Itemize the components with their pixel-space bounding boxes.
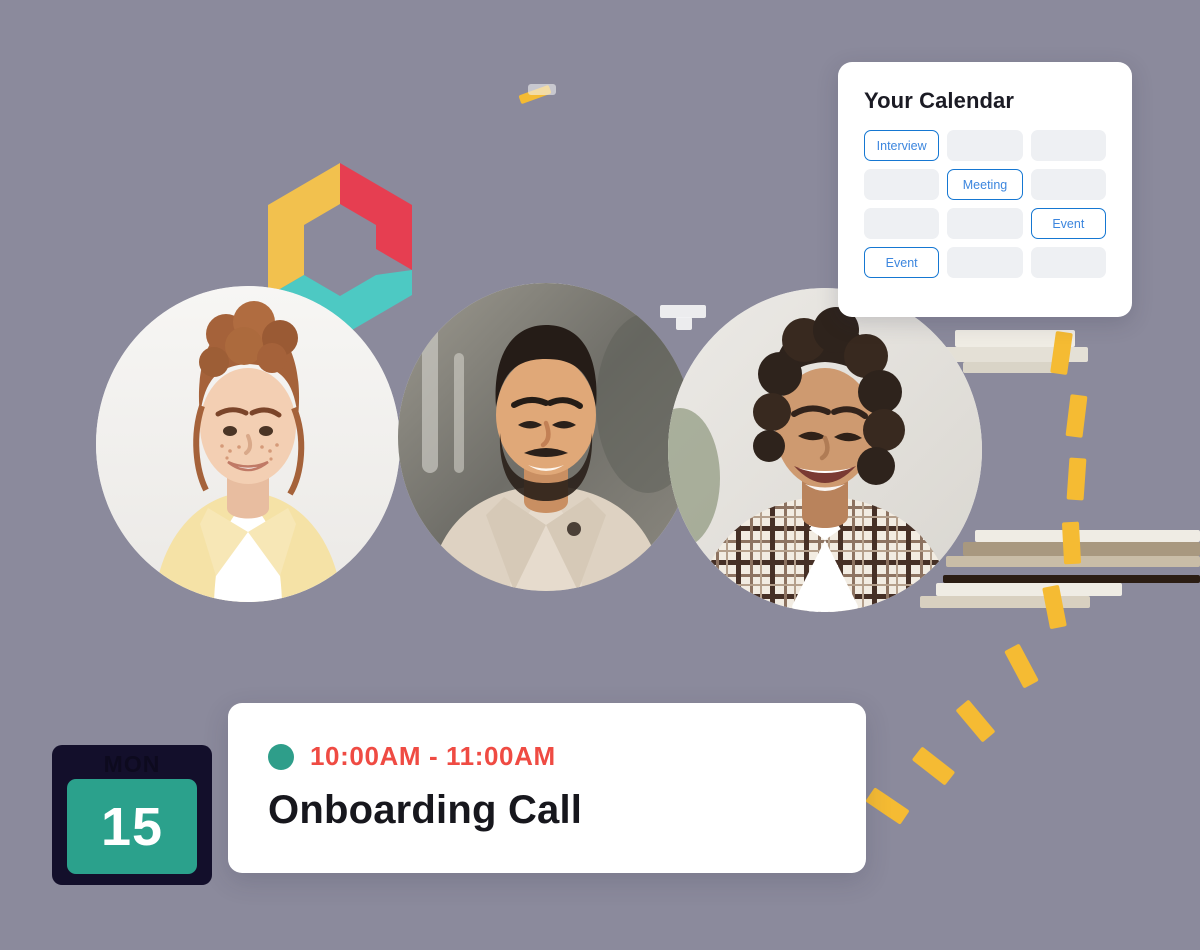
calendar-cell-empty[interactable] xyxy=(947,208,1023,239)
avatar-woman-curly-auburn-hair xyxy=(96,286,400,602)
decor-blob-top xyxy=(528,84,556,95)
calendar-grid: Interview Meeting Event Event xyxy=(864,130,1106,278)
decor-shelf-9 xyxy=(920,596,1090,608)
calendar-cell-empty[interactable] xyxy=(1030,169,1106,200)
decor-dash-9 xyxy=(865,787,910,825)
decor-shelf-3 xyxy=(963,362,1063,373)
calendar-cell-meeting[interactable]: Meeting xyxy=(947,169,1023,200)
calendar-panel-title: Your Calendar xyxy=(864,88,1015,113)
event-title: Onboarding Call xyxy=(268,788,583,832)
calendar-cell-empty[interactable] xyxy=(947,130,1023,161)
calendar-cell-event[interactable]: Event xyxy=(1030,208,1106,239)
event-time-row: 10:00AM - 11:00AM xyxy=(268,741,866,772)
decor-shelf-7 xyxy=(943,575,1200,583)
decor-shelf-4 xyxy=(975,530,1200,542)
calendar-cell-empty[interactable] xyxy=(864,169,940,200)
decor-shelf-5 xyxy=(963,542,1200,556)
your-calendar-panel: Your Calendar Interview Meeting Event Ev… xyxy=(838,62,1132,317)
decor-dash-7 xyxy=(955,699,996,743)
calendar-cell-event[interactable]: Event xyxy=(864,247,940,278)
date-chip-number-box: 15 xyxy=(67,779,197,874)
event-time: 10:00AM - 11:00AM xyxy=(310,741,556,771)
decor-dash-3 xyxy=(1066,457,1087,501)
decor-dash-4 xyxy=(1061,521,1082,565)
calendar-cell-empty[interactable] xyxy=(1030,247,1106,278)
decor-dash-6 xyxy=(1004,643,1039,689)
date-chip-day-number: 15 xyxy=(100,796,164,857)
decor-shelf-8 xyxy=(936,583,1122,596)
event-status-dot xyxy=(268,743,294,770)
calendar-cell-empty[interactable] xyxy=(1030,130,1106,161)
calendar-cell-empty[interactable] xyxy=(947,247,1023,278)
decor-dash-2 xyxy=(1065,394,1088,438)
calendar-cell-empty[interactable] xyxy=(864,208,940,239)
decor-dash-8 xyxy=(911,746,956,786)
illustration-canvas: Your Calendar Interview Meeting Event Ev… xyxy=(0,0,1200,950)
event-card[interactable]: 10:00AM - 11:00AM Onboarding Call xyxy=(228,703,866,873)
avatar-woman-laughing-plaid xyxy=(668,288,982,612)
calendar-cell-interview[interactable]: Interview xyxy=(864,130,940,161)
decor-blob-mid-stem xyxy=(676,317,692,330)
avatar-man-short-hair-beard xyxy=(398,283,694,591)
date-chip-day-of-week: MON xyxy=(103,751,161,777)
date-chip: MON 15 xyxy=(52,745,212,885)
